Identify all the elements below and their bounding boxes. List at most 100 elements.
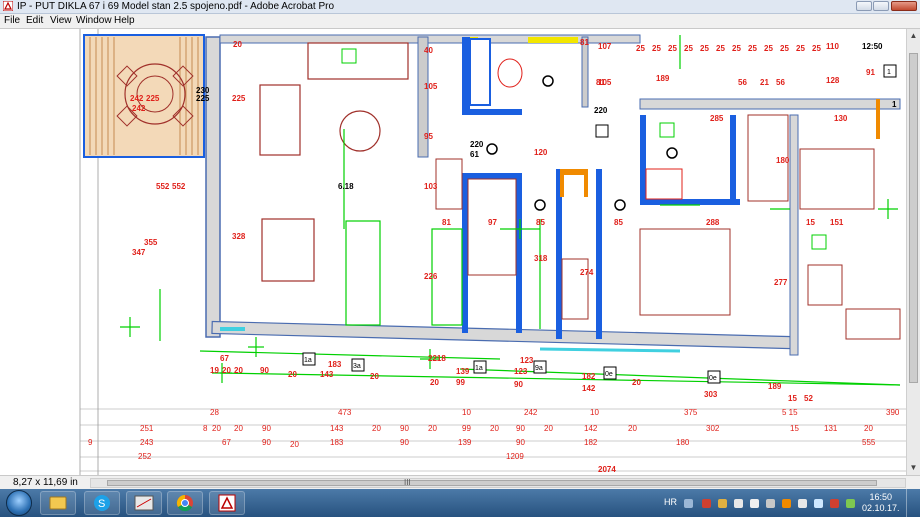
vertical-scroll-thumb[interactable] [909, 53, 918, 383]
dimrow2-143: 143 [330, 424, 344, 433]
dimrow2-20g: 20 [628, 424, 637, 433]
label-top-1250: 12:50 [862, 42, 883, 51]
dim-total: 2074 [598, 465, 616, 474]
label-85a: 85 [536, 218, 545, 227]
label-91: 91 [866, 68, 875, 77]
menu-file[interactable]: File [4, 14, 20, 28]
tray-app-icon[interactable] [782, 499, 791, 508]
label-226: 226 [424, 272, 438, 281]
label-top-25f: 25 [716, 44, 725, 53]
language-indicator[interactable]: HR [664, 497, 677, 507]
acrobat-app-icon [3, 1, 13, 11]
dimrow3-90b: 90 [400, 438, 409, 447]
dimrow1-473: 473 [338, 408, 352, 417]
menu-window[interactable]: Window [76, 14, 112, 28]
label-15: 15 [806, 218, 815, 227]
chrome-icon[interactable] [167, 491, 203, 515]
acrobat-icon[interactable] [209, 491, 245, 515]
dimrow2-142: 142 [584, 424, 598, 433]
tag-1: 1 [887, 69, 891, 76]
tray-volume-icon[interactable] [766, 499, 775, 508]
tray-display-icon[interactable] [798, 499, 807, 508]
document-canvas[interactable]: 1a 3a 1a 9a 0e 0e 1 20 40 81 107 25 25 2… [0, 29, 906, 475]
tray-message-icon[interactable] [814, 499, 823, 508]
dimrow3-180: 180 [676, 438, 690, 447]
dimrow2-8: 8 [203, 424, 208, 433]
scroll-down-icon[interactable]: ▼ [909, 463, 918, 472]
menu-bar: File Edit View Window Help [0, 14, 920, 29]
label-120: 120 [534, 148, 548, 157]
label-130: 130 [834, 114, 848, 123]
tray-power-icon[interactable] [750, 499, 759, 508]
page-size-label: 8,27 x 11,69 in [13, 477, 78, 488]
clock-time: 16:50 [869, 492, 893, 502]
dimrow2-302: 302 [706, 424, 720, 433]
status-bar: 8,27 x 11,69 in III [0, 475, 920, 490]
label-top-25c: 25 [668, 44, 677, 53]
dim-52: 52 [804, 394, 813, 403]
dimrow2-20c: 20 [372, 424, 381, 433]
tray-signal-icon[interactable] [846, 499, 855, 508]
dim-20e: 20 [430, 378, 439, 387]
dimrow2-20d: 20 [428, 424, 437, 433]
label-top-107: 107 [598, 42, 612, 51]
dim-67: 67 [220, 354, 229, 363]
close-button[interactable] [891, 1, 917, 11]
label-top-25d: 25 [684, 44, 693, 53]
dimrow3-182: 182 [584, 438, 598, 447]
minimize-button[interactable] [856, 1, 872, 11]
dim-143: 143 [320, 370, 334, 379]
label-230: 230 [196, 86, 210, 95]
label-top-25b: 25 [652, 44, 661, 53]
tag-0e-b: 0e [709, 375, 717, 382]
windows-explorer-icon[interactable] [40, 491, 76, 515]
label-552b: 552 [172, 182, 186, 191]
dimrow2-20f: 20 [544, 424, 553, 433]
taskbar: S HR 16:50 02.10.17. [0, 489, 920, 517]
tray-update-icon[interactable] [718, 499, 727, 508]
dimrow3-20: 20 [290, 440, 299, 449]
label-618: 6.18 [338, 182, 354, 191]
skype-icon[interactable]: S [84, 491, 120, 515]
dim-2218: 2218 [428, 354, 446, 363]
dimrow1-390: 390 [886, 408, 900, 417]
menu-view[interactable]: View [50, 14, 72, 28]
label-top-25j: 25 [780, 44, 789, 53]
scroll-grip: III [404, 478, 411, 487]
label-180: 180 [776, 156, 790, 165]
label-103: 103 [424, 182, 438, 191]
label-128: 128 [826, 76, 840, 85]
tray-security-icon[interactable] [702, 499, 711, 508]
show-desktop-button[interactable] [906, 489, 920, 517]
dim-99: 99 [456, 378, 465, 387]
dimrow2-20e: 20 [490, 424, 499, 433]
start-button[interactable] [6, 490, 32, 516]
dim-15: 15 [788, 394, 797, 403]
label-81b: 81 [442, 218, 451, 227]
tray-flag-icon[interactable] [830, 499, 839, 508]
label-277: 277 [774, 278, 788, 287]
clock[interactable]: 16:50 02.10.17. [862, 492, 900, 514]
dim-142: 142 [582, 384, 596, 393]
tray-network-icon[interactable] [734, 499, 743, 508]
vertical-scrollbar[interactable]: ▲ ▼ [906, 29, 920, 475]
cad-app-icon[interactable] [126, 491, 162, 515]
label-85b: 85 [614, 218, 623, 227]
dimrow1-10a: 10 [462, 408, 471, 417]
menu-help[interactable]: Help [114, 14, 135, 28]
dim-20a: 20 [222, 366, 231, 375]
scroll-up-icon[interactable]: ▲ [909, 31, 918, 40]
horizontal-scroll-thumb[interactable]: III [107, 478, 877, 487]
dimrow4-1209: 1209 [506, 452, 524, 461]
dimrow2-20a: 20 [212, 424, 221, 433]
menu-edit[interactable]: Edit [26, 14, 43, 28]
horizontal-scrollbar[interactable]: III [90, 478, 906, 488]
maximize-button[interactable] [873, 1, 889, 11]
dimrow1-28: 28 [210, 408, 219, 417]
tray-arrow-icon[interactable] [684, 499, 693, 508]
dimrow4-252: 252 [138, 452, 152, 461]
label-105b: 105 [598, 78, 612, 87]
label-242a: 242 [130, 94, 144, 103]
label-top-25l: 25 [812, 44, 821, 53]
dim-182: 182 [582, 372, 596, 381]
